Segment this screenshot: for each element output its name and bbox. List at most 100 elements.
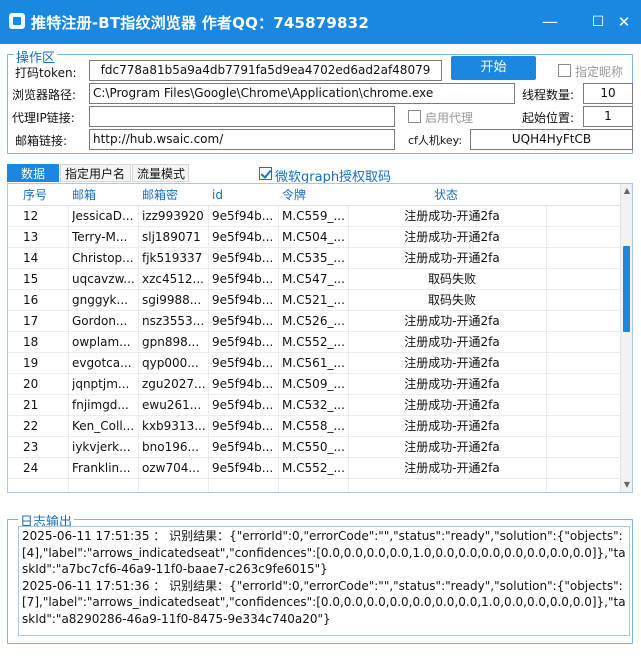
table-cell: M.C532_...	[282, 398, 345, 412]
table-cell: Gordon...	[72, 314, 128, 328]
table-cell: 9e5f94b...	[212, 461, 274, 475]
table-cell: nsz3553...	[142, 314, 205, 328]
table-row[interactable]: 22 Ken_Coll... kxb9313... 9e5f94b... M.C558_…	[8, 416, 620, 437]
table-cell: 9e5f94b...	[212, 209, 274, 223]
nickname-checkbox[interactable]	[558, 64, 571, 77]
col-header-index[interactable]: 序号	[23, 184, 47, 206]
table-cell: 16	[23, 293, 39, 307]
table-cell: 21	[23, 398, 39, 412]
browser-path-label: 浏览器路径:	[12, 88, 77, 102]
tab-traffic-mode[interactable]: 流量模式	[132, 164, 189, 182]
table-cell: 13	[23, 230, 39, 244]
table-cell: slj189071	[142, 230, 201, 244]
mail-link-input[interactable]: http://hub.wsaic.com/	[89, 129, 395, 150]
scroll-up-icon[interactable]: ▲	[622, 186, 632, 196]
col-divider	[546, 206, 547, 492]
table-cell: Ken_Coll...	[72, 419, 135, 433]
proxy-input[interactable]	[89, 106, 395, 127]
token-input[interactable]: fdc778a81b5a9a4db7791fa5d9ea4702ed6ad2af…	[89, 60, 442, 81]
log-output[interactable]: 2025-06-11 17:51:35 ： 识别结果：{"errorId":0,…	[18, 526, 630, 636]
table-cell: 23	[23, 440, 39, 454]
table-cell: M.C504_...	[282, 230, 345, 244]
title-bar: 推特注册-BT指纹浏览器 作者QQ：745879832 — ☐ ✕	[0, 0, 641, 44]
table-row[interactable]: 21 fnjimgd... ewu261... 9e5f94b... M.C532_..…	[8, 395, 620, 416]
table-cell: 取码失败	[427, 272, 476, 286]
table-cell: jqnptjm...	[72, 377, 130, 391]
table-cell: 注册成功-开通2fa	[404, 251, 500, 265]
enable-proxy-checkbox[interactable]	[408, 110, 421, 123]
minimize-button[interactable]: —	[538, 10, 562, 34]
table-cell: 取码失败	[427, 293, 476, 307]
grid-header: 序号 邮箱 邮箱密 id 令牌 状态	[8, 184, 620, 206]
token-label: 打码token:	[15, 66, 77, 80]
tab-data[interactable]: 数据	[7, 164, 59, 182]
data-grid[interactable]: 序号 邮箱 邮箱密 id 令牌 状态 12 JessicaD... izz99392…	[7, 183, 633, 493]
table-row[interactable]: 16 gnggyk... sgi9988... 9e5f94b... M.C521_..…	[8, 290, 620, 311]
table-cell: 注册成功-开通2fa	[404, 377, 500, 391]
scroll-down-icon[interactable]: ▼	[622, 480, 632, 490]
table-cell: zgu2027...	[142, 377, 206, 391]
table-cell: 注册成功-开通2fa	[404, 419, 500, 433]
table-cell: 24	[23, 461, 39, 475]
start-button[interactable]: 开始	[451, 56, 536, 80]
table-cell: 9e5f94b...	[212, 293, 274, 307]
table-cell: kxb9313...	[142, 419, 206, 433]
browser-path-input[interactable]: C:\Program Files\Google\Chrome\Applicati…	[89, 83, 515, 104]
threads-input[interactable]: 10	[583, 83, 633, 104]
table-row[interactable]: 19 evgotca... qyp000... 9e5f94b... M.C561_..…	[8, 353, 620, 374]
table-row[interactable]: 14 Christop... fjk519337 9e5f94b... M.C535_.…	[8, 248, 620, 269]
col-header-email[interactable]: 邮箱	[72, 184, 96, 206]
cf-key-input[interactable]: UQH4HyFtCB	[470, 129, 633, 150]
table-cell: evgotca...	[72, 356, 132, 370]
table-cell: M.C552_...	[282, 461, 345, 475]
maximize-button[interactable]: ☐	[586, 10, 610, 34]
col-header-status[interactable]: 状态	[434, 184, 458, 206]
col-divider	[278, 206, 279, 492]
table-cell: uqcavzw...	[72, 272, 135, 286]
col-divider	[348, 206, 349, 492]
table-cell: 9e5f94b...	[212, 230, 274, 244]
col-header-token[interactable]: 令牌	[282, 184, 306, 206]
table-cell: 20	[23, 377, 39, 391]
table-row[interactable]: 13 Terry-M... slj189071 9e5f94b... M.C504_..…	[8, 227, 620, 248]
col-divider	[68, 206, 69, 492]
table-row[interactable]: 23 iykvjerk... bno196... 9e5f94b... M.C550_.…	[8, 437, 620, 458]
table-cell: sgi9988...	[142, 293, 202, 307]
col-header-email-password[interactable]: 邮箱密	[142, 184, 178, 206]
grid-scrollbar[interactable]: ▲ ▼	[620, 184, 632, 492]
tab-specified-username[interactable]: 指定用户名	[60, 164, 131, 182]
table-cell: 17	[23, 314, 39, 328]
table-cell: M.C521_...	[282, 293, 345, 307]
table-row[interactable]: 20 jqnptjm... zgu2027... 9e5f94b... M.C509_.…	[8, 374, 620, 395]
table-cell: M.C558_...	[282, 419, 345, 433]
table-cell: 注册成功-开通2fa	[404, 440, 500, 454]
log-line: 2025-06-11 17:51:36 ： 识别结果：{"errorId":0,…	[22, 578, 626, 626]
table-cell: JessicaD...	[72, 209, 134, 223]
table-row[interactable]: 15 uqcavzw... xzc4512... 9e5f94b... M.C547_.…	[8, 269, 620, 290]
log-line: 2025-06-11 17:51:35 ： 识别结果：{"errorId":0,…	[22, 529, 626, 576]
graph-auth-checkbox[interactable]	[259, 167, 272, 180]
enable-proxy-label: 启用代理	[425, 111, 474, 125]
table-cell: M.C509_...	[282, 377, 345, 391]
table-cell: 9e5f94b...	[212, 272, 274, 286]
scroll-thumb[interactable]	[623, 246, 630, 332]
table-row[interactable]: 12 JessicaD... izz993920 9e5f94b... M.C559_.…	[8, 206, 620, 227]
table-cell: ozw704...	[142, 461, 200, 475]
table-cell: 9e5f94b...	[212, 398, 274, 412]
col-header-id[interactable]: id	[212, 184, 223, 206]
table-cell: 注册成功-开通2fa	[404, 335, 500, 349]
start-position-input[interactable]: 1	[583, 106, 633, 127]
table-cell: 注册成功-开通2fa	[404, 230, 500, 244]
col-divider	[208, 206, 209, 492]
table-cell: owplam...	[72, 335, 131, 349]
table-cell: Franklin...	[72, 461, 131, 475]
table-cell: M.C547_...	[282, 272, 345, 286]
table-cell: 14	[23, 251, 39, 265]
table-cell: 注册成功-开通2fa	[404, 398, 500, 412]
table-row[interactable]: 18 owplam... gpn898... 9e5f94b... M.C552_...…	[8, 332, 620, 353]
table-row[interactable]: 17 Gordon... nsz3553... 9e5f94b... M.C526_..…	[8, 311, 620, 332]
close-button[interactable]: ✕	[612, 10, 636, 34]
table-row[interactable]: 24 Franklin... ozw704... 9e5f94b... M.C552_.…	[8, 458, 620, 479]
proxy-label: 代理IP链接:	[12, 111, 75, 125]
table-cell: iykvjerk...	[72, 440, 131, 454]
